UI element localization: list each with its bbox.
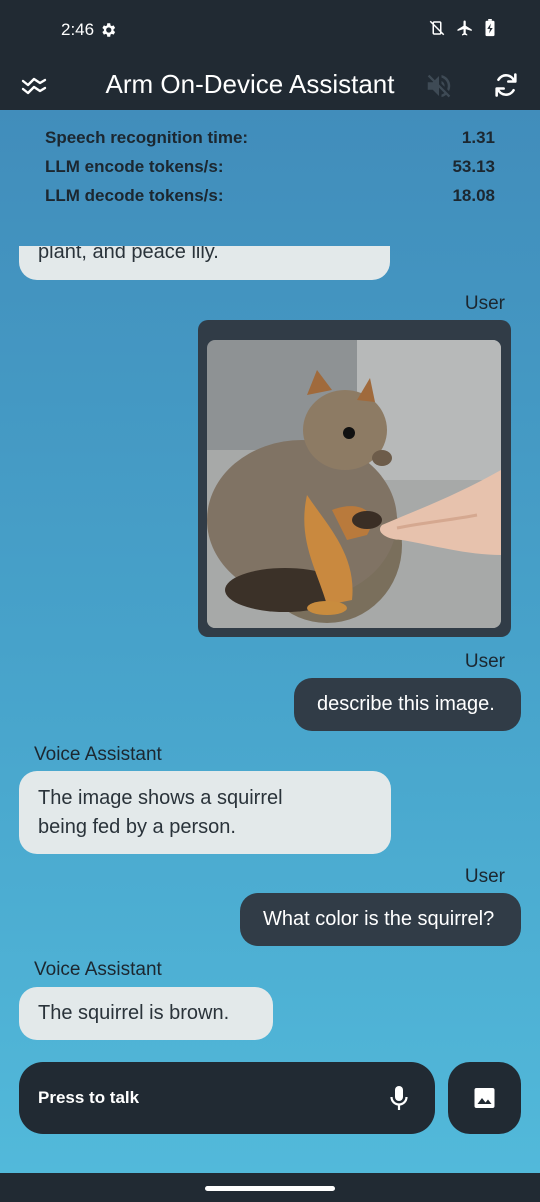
performance-stats: Speech recognition time: 1.31 LLM encode… — [45, 128, 495, 215]
sender-label-user: User — [464, 651, 505, 672]
stat-row-encode: LLM encode tokens/s: 53.13 — [45, 157, 495, 186]
battery-charging-icon — [484, 19, 496, 42]
user-message: What color is the squirrel? — [240, 893, 521, 946]
stat-row-decode: LLM decode tokens/s: 18.08 — [45, 186, 495, 215]
message-text: plant, and peace lily. — [38, 246, 219, 263]
chat-screen: Speech recognition time: 1.31 LLM encode… — [0, 110, 540, 1173]
stat-value: 1.31 — [461, 128, 495, 147]
sender-label-assistant: Voice Assistant — [34, 744, 162, 765]
refresh-icon[interactable] — [492, 71, 520, 104]
attach-image-button[interactable] — [448, 1062, 521, 1134]
assistant-message: The image shows a squirrel being fed by … — [19, 771, 391, 854]
navigation-bar — [0, 1173, 540, 1202]
sender-label-user: User — [464, 866, 505, 887]
user-message: describe this image. — [294, 678, 521, 731]
status-bar: 2:46 — [0, 0, 540, 60]
chat-list[interactable]: plant, and peace lily. User User describ… — [0, 246, 540, 1056]
image-icon — [472, 1086, 497, 1115]
message-text: The squirrel is brown. — [38, 1002, 230, 1024]
home-gesture-handle[interactable] — [205, 1186, 335, 1191]
stat-row-speech-recognition: Speech recognition time: 1.31 — [45, 128, 495, 157]
assistant-message: The squirrel is brown. — [19, 987, 273, 1040]
airplane-icon — [456, 19, 474, 42]
message-text: What color is the squirrel? — [263, 908, 495, 930]
stat-label: Speech recognition time: — [45, 128, 249, 147]
volume-off-icon[interactable] — [424, 71, 454, 106]
stat-value: 53.13 — [452, 157, 495, 176]
press-to-talk-label: Press to talk — [38, 1088, 140, 1107]
squirrel-photo — [207, 340, 501, 628]
app-bar: Arm On-Device Assistant — [0, 60, 540, 110]
vibrate-off-icon — [428, 19, 446, 42]
assistant-message: plant, and peace lily. — [19, 246, 390, 280]
gear-icon — [99, 21, 117, 44]
stat-value: 18.08 — [452, 186, 495, 205]
stat-label: LLM decode tokens/s: — [45, 186, 224, 205]
message-text: describe this image. — [317, 693, 495, 715]
message-text: being fed by a person. — [38, 816, 236, 838]
sender-label-user: User — [464, 293, 505, 314]
press-to-talk-button[interactable]: Press to talk — [19, 1062, 435, 1134]
stat-label: LLM encode tokens/s: — [45, 157, 224, 176]
status-time: 2:46 — [61, 20, 95, 39]
microphone-icon[interactable] — [387, 1084, 411, 1117]
message-text: The image shows a squirrel — [38, 787, 283, 809]
user-image-message[interactable] — [198, 320, 511, 637]
sender-label-assistant: Voice Assistant — [34, 959, 162, 980]
